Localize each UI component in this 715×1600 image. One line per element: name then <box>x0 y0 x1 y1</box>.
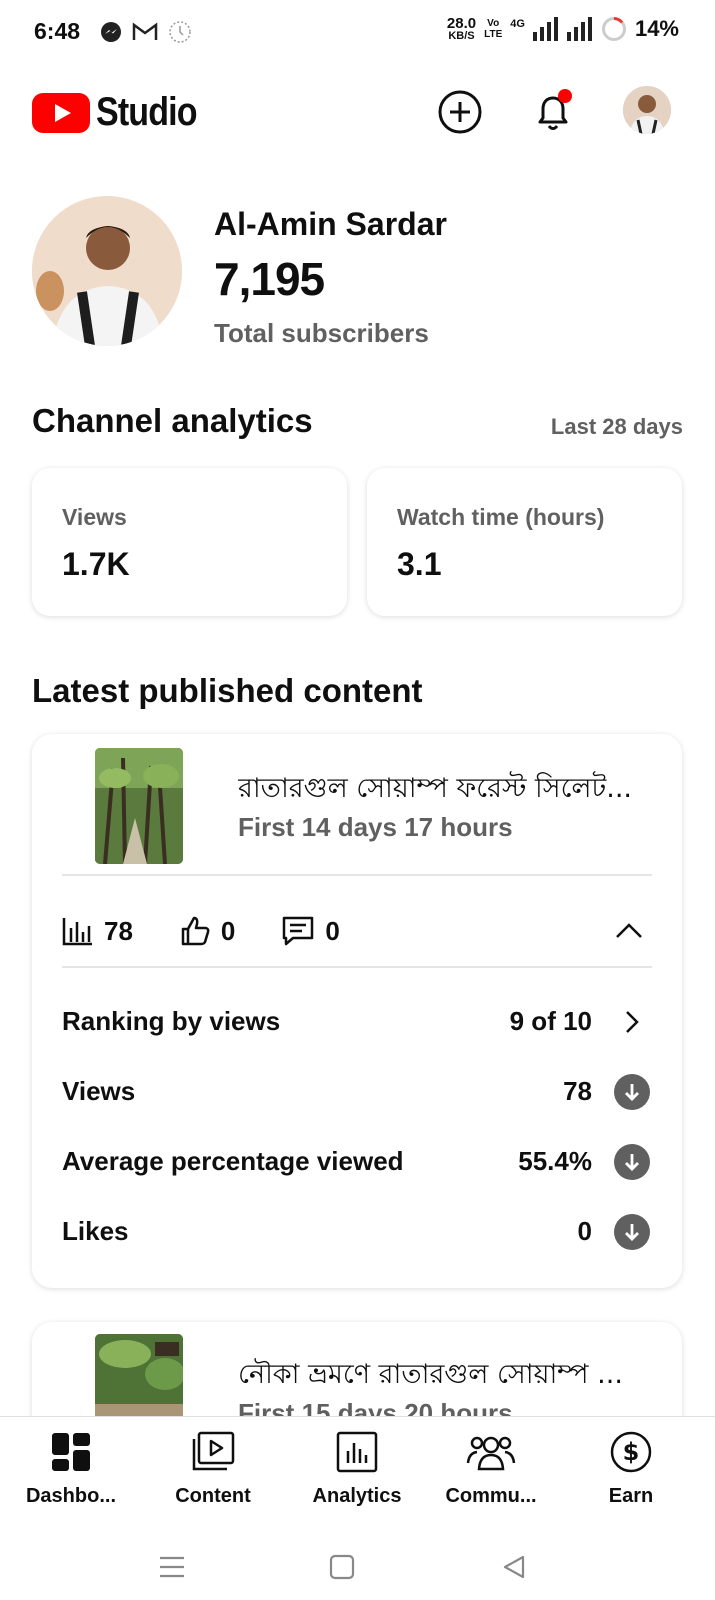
views-value: 1.7K <box>62 546 130 582</box>
watch-time-label: Watch time (hours) <box>397 504 605 530</box>
channel-name: Al-Amin Sardar <box>214 206 447 242</box>
nav-community[interactable]: Commu... <box>426 1427 556 1517</box>
account-avatar[interactable] <box>623 86 671 134</box>
network-type: 4G <box>510 18 525 30</box>
latest-video-card: রাতারগুল সোয়াম্প ফরেস্ট সিলেট... First … <box>32 734 682 1288</box>
analytics-range: Last 28 days <box>550 414 683 439</box>
video-metrics: 78 0 0 <box>62 906 652 956</box>
ranking-label: Ranking by views <box>62 1006 281 1036</box>
latest-content-title: Latest published content <box>32 672 423 709</box>
square-icon <box>329 1554 355 1580</box>
menu-icon <box>160 1556 184 1578</box>
clock-icon <box>169 21 191 43</box>
notifications-button[interactable] <box>530 88 578 136</box>
community-icon <box>426 1427 556 1477</box>
avatar-photo <box>623 86 671 134</box>
ranking-value: 9 of 10 <box>509 1006 592 1036</box>
views-row[interactable]: Views 78 <box>62 1072 652 1112</box>
dashboard-icon <box>6 1427 136 1477</box>
collapse-button[interactable] <box>612 914 646 953</box>
likes-row-label: Likes <box>62 1216 129 1246</box>
notification-icons <box>100 20 192 44</box>
views-label: Views <box>62 504 127 530</box>
analytics-icon <box>292 1427 422 1477</box>
nav-analytics-label: Analytics <box>312 1485 402 1507</box>
comment-icon <box>283 916 314 946</box>
svg-text:$: $ <box>623 1438 640 1466</box>
signal-icon-2 <box>566 17 592 41</box>
volte-indicator: Vo LTE <box>484 18 503 40</box>
battery-icon <box>601 17 626 41</box>
likes-row[interactable]: Likes 0 <box>62 1212 652 1252</box>
net-speed: 28.0 KB/S <box>446 14 477 42</box>
likes-metric-value: 0 <box>220 915 236 946</box>
avg-viewed-row[interactable]: Average percentage viewed 55.4% <box>62 1142 652 1182</box>
youtube-logo-icon <box>32 92 90 133</box>
views-row-value: 78 <box>563 1076 592 1106</box>
watch-time-card[interactable]: Watch time (hours) 3.1 <box>367 468 682 616</box>
back-button[interactable] <box>494 1552 534 1582</box>
views-card[interactable]: Views 1.7K <box>32 468 347 616</box>
back-triangle-icon <box>503 1555 525 1579</box>
video-thumbnail[interactable] <box>95 748 183 864</box>
nav-content-label: Content <box>175 1485 251 1507</box>
channel-avatar[interactable] <box>32 196 182 346</box>
comments-metric: 0 <box>281 915 340 947</box>
arrow-down-icon <box>614 1144 650 1180</box>
analytics-title: Channel analytics <box>32 402 313 439</box>
battery-percent: 14% <box>634 16 679 41</box>
content-icon <box>148 1427 278 1477</box>
views-metric-value: 78 <box>104 915 133 946</box>
app-header: Studio <box>0 80 715 148</box>
subscriber-label: Total subscribers <box>214 318 429 348</box>
divider <box>62 966 652 968</box>
home-button[interactable] <box>322 1552 362 1582</box>
video-thumbnail-image <box>95 748 183 864</box>
avg-viewed-value: 55.4% <box>518 1146 592 1176</box>
video-title[interactable]: রাতারগুল সোয়াম্প ফরেস্ট সিলেট... <box>238 768 658 813</box>
avg-viewed-label: Average percentage viewed <box>62 1146 404 1176</box>
arrow-down-icon <box>614 1214 650 1250</box>
likes-row-value: 0 <box>577 1216 592 1246</box>
views-metric: 78 <box>62 916 133 947</box>
comments-metric-value: 0 <box>325 915 340 946</box>
channel-avatar-photo <box>32 196 182 346</box>
nav-content[interactable]: Content <box>148 1427 278 1517</box>
nav-community-label: Commu... <box>445 1485 537 1507</box>
gmail-icon <box>132 22 158 40</box>
nav-dashboard[interactable]: Dashbo... <box>6 1427 136 1517</box>
status-right: 28.0 KB/S Vo LTE 4G 14% <box>447 16 679 42</box>
watch-time-value: 3.1 <box>397 546 442 582</box>
add-circle-icon <box>438 90 482 134</box>
messenger-icon <box>101 22 121 42</box>
system-navigation <box>0 1528 715 1600</box>
ranking-row[interactable]: Ranking by views 9 of 10 <box>62 1002 652 1042</box>
status-bar: 6:48 28.0 KB/S Vo LTE 4G 14% <box>0 0 715 64</box>
signal-icon <box>532 17 558 41</box>
nav-earn[interactable]: $ Earn <box>566 1427 696 1517</box>
subscriber-count: 7,195 <box>214 253 325 305</box>
likes-metric: 0 <box>179 915 235 947</box>
nav-dashboard-label: Dashbo... <box>25 1485 116 1507</box>
chevron-up-icon <box>616 923 642 938</box>
bottom-navigation: Dashbo... Content Analytics Commu... $ E… <box>0 1416 715 1528</box>
bar-chart-icon <box>62 918 92 946</box>
status-time: 6:48 <box>34 18 81 44</box>
studio-logo[interactable]: Studio <box>32 90 214 135</box>
bell-icon <box>538 89 572 130</box>
chevron-right-icon <box>614 1004 650 1040</box>
arrow-down-icon <box>614 1074 650 1110</box>
logo-text: Studio <box>96 90 198 134</box>
recents-button[interactable] <box>152 1552 192 1582</box>
video-period: First 14 days 17 hours <box>238 812 513 842</box>
nav-earn-label: Earn <box>608 1485 654 1507</box>
video-title-2[interactable]: নৌকা ভ্রমণে রাতারগুল সোয়াম্প ... <box>238 1354 658 1399</box>
thumb-up-icon <box>181 916 210 946</box>
nav-analytics[interactable]: Analytics <box>292 1427 422 1517</box>
views-row-label: Views <box>62 1076 136 1106</box>
channel-profile: Al-Amin Sardar 7,195 Total subscribers <box>32 196 682 348</box>
create-button[interactable] <box>436 88 484 136</box>
earn-icon: $ <box>566 1427 696 1477</box>
divider <box>62 874 652 876</box>
